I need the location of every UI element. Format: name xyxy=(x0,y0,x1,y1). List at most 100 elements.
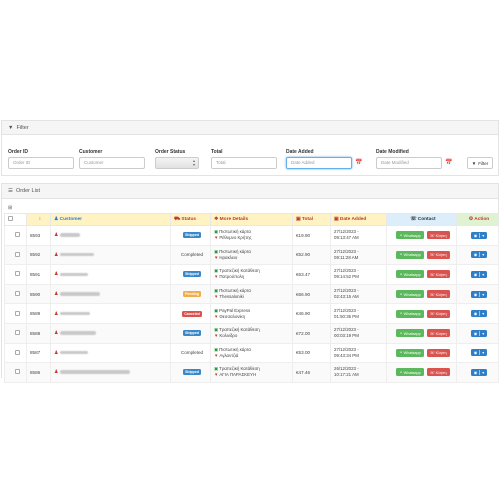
whatsapp-button[interactable]: ⚬ Whatsapp xyxy=(396,348,424,357)
view-button[interactable]: ◉ ▾ xyxy=(470,368,488,376)
total-input[interactable]: Total xyxy=(211,157,277,169)
location-pin-icon: ▼ xyxy=(214,274,219,280)
location: Ρέθυμνο Κρήτης xyxy=(219,235,252,241)
row-checkbox[interactable] xyxy=(4,244,27,266)
action-cell: ◉ ▾ xyxy=(456,283,499,305)
total-cell: €47.46 xyxy=(292,362,331,383)
phone-icon: ☏ xyxy=(429,312,435,317)
table-row[interactable]: 8591 ♟ Shipped ▣Τραπεζική Κατάθεση ▼Πατρ… xyxy=(4,264,499,285)
row-checkbox[interactable] xyxy=(4,342,27,364)
total-cell: €72.00 xyxy=(292,322,331,344)
date-cell: 27/12/2023 - 00:03:19 PM xyxy=(330,322,387,344)
order-status-select[interactable] xyxy=(155,157,199,169)
date-modified-calendar-icon[interactable]: 📅 xyxy=(445,159,452,166)
call-button[interactable]: ☏ Κλήση xyxy=(426,309,450,318)
location-pin-icon: ▼ xyxy=(214,313,219,319)
table-row[interactable]: 8592 ♟ Completed ▣Πιστωτική κάρτα ▼Ηρακλ… xyxy=(4,244,499,266)
call-button[interactable]: ☏ Κλήση xyxy=(426,348,450,357)
header-action: ⚙ Action xyxy=(456,213,499,226)
contact-cell: ⚬ Whatsapp ☏ Κλήση xyxy=(386,303,457,324)
order-id: 8588 xyxy=(26,322,51,344)
row-checkbox[interactable] xyxy=(4,362,27,383)
customer-cell[interactable]: ♟ xyxy=(50,322,171,344)
whatsapp-button[interactable]: ⚬ Whatsapp xyxy=(396,231,424,240)
call-button[interactable]: ☏ Κλήση xyxy=(426,231,450,240)
row-checkbox[interactable] xyxy=(4,322,27,344)
row-checkbox[interactable] xyxy=(4,264,27,285)
table-row[interactable]: 8590 ♟ Pending ▣Πιστωτική κάρτα ▼Thessal… xyxy=(4,283,499,305)
header-checkbox[interactable] xyxy=(4,213,27,226)
whatsapp-icon: ⚬ xyxy=(399,331,403,336)
customer-cell[interactable]: ♟ xyxy=(50,244,171,266)
customer-name-redacted xyxy=(60,252,95,257)
call-button[interactable]: ☏ Κλήση xyxy=(426,329,450,338)
customer-cell[interactable]: ♟ xyxy=(50,342,171,364)
order-id: 8586 xyxy=(26,362,51,383)
call-label: Κλήση xyxy=(435,370,447,375)
whatsapp-label: Whatsapp xyxy=(403,331,421,336)
location: Πατρούπολη xyxy=(219,274,245,280)
table-row[interactable]: 8586 ♟ Shipped ▣Τραπεζική Κατάθεση ▼ΑΓΙΑ… xyxy=(4,362,499,383)
whatsapp-button[interactable]: ⚬ Whatsapp xyxy=(396,368,424,377)
eye-icon: ◉ xyxy=(473,271,478,277)
whatsapp-button[interactable]: ⚬ Whatsapp xyxy=(396,309,424,318)
order-id: 8587 xyxy=(26,342,51,364)
select-all-icon[interactable]: ⊞ xyxy=(8,205,12,211)
date-added-calendar-icon[interactable]: 📅 xyxy=(355,159,362,166)
customer-cell[interactable]: ♟ xyxy=(50,362,171,383)
customer-input[interactable]: Customer xyxy=(79,157,145,169)
customer-cell[interactable]: ♟ xyxy=(50,283,171,305)
date-cell: 27/12/2023 - 09:11:28 AM xyxy=(330,244,387,266)
header-total[interactable]: ▣ Total xyxy=(292,213,331,226)
customer-cell[interactable]: ♟ xyxy=(50,303,171,324)
user-icon: ♟ xyxy=(54,349,59,356)
customer-cell[interactable]: ♟ xyxy=(50,264,171,285)
view-button[interactable]: ◉ ▾ xyxy=(470,349,488,357)
order-id-input[interactable]: Order ID xyxy=(8,157,74,169)
call-button[interactable]: ☏ Κλήση xyxy=(426,270,450,279)
customer-group: Customer Customer xyxy=(79,149,145,169)
table-row[interactable]: 8588 ♟ Shipped ▣Τραπεζική Κατάθεση ▼Κολι… xyxy=(4,322,499,344)
payment-icon: ▣ xyxy=(214,288,219,294)
call-button[interactable]: ☏ Κλήση xyxy=(426,290,450,299)
row-checkbox[interactable] xyxy=(4,283,27,305)
view-button[interactable]: ◉ ▾ xyxy=(470,329,488,337)
customer-name-redacted xyxy=(60,272,89,277)
whatsapp-button[interactable]: ⚬ Whatsapp xyxy=(396,250,424,259)
customer-name-redacted xyxy=(60,292,101,296)
location: Ηρακλειο xyxy=(219,254,238,260)
row-checkbox[interactable] xyxy=(4,303,27,324)
whatsapp-button[interactable]: ⚬ Whatsapp xyxy=(396,329,424,338)
whatsapp-button[interactable]: ⚬ Whatsapp xyxy=(396,290,424,299)
customer-name-redacted xyxy=(60,331,97,335)
row-checkbox[interactable] xyxy=(4,225,27,246)
view-button[interactable]: ◉ ▾ xyxy=(470,310,488,318)
table-row[interactable]: 8589 ♟ Canceled ▣PayPal Express ▼Θεσσαλο… xyxy=(4,303,499,324)
header-id[interactable]: ↕ xyxy=(26,213,51,226)
action-cell: ◉ ▾ xyxy=(456,342,499,364)
call-button[interactable]: ☏ Κλήση xyxy=(426,250,450,259)
date-added-input[interactable]: Date Added xyxy=(286,157,352,169)
whatsapp-label: Whatsapp xyxy=(403,370,421,375)
status-cell: Shipped xyxy=(170,264,211,285)
customer-cell[interactable]: ♟ xyxy=(50,225,171,246)
header-customer[interactable]: ♟ Customer xyxy=(50,213,171,226)
view-button[interactable]: ◉ ▾ xyxy=(470,290,488,298)
filter-button[interactable]: ▼ Filter xyxy=(467,157,493,169)
table-row[interactable]: 8587 ♟ Completed ▣Πιστωτική κάρτα ▼Αγλαν… xyxy=(4,342,499,364)
whatsapp-button[interactable]: ⚬ Whatsapp xyxy=(396,270,424,279)
phone-icon: ☏ xyxy=(429,292,435,297)
location: Θεσσαλονίκη xyxy=(219,313,246,319)
header-date[interactable]: ▣ Date Added xyxy=(330,213,387,226)
eye-icon: ◉ xyxy=(473,232,478,238)
view-button[interactable]: ◉ ▾ xyxy=(470,251,488,259)
details-cell: ▣Πιστωτική κάρτα ▼Ρέθυμνο Κρήτης xyxy=(210,225,293,246)
filter-title: Filter xyxy=(16,124,29,131)
header-status[interactable]: ⛟ Status xyxy=(170,213,211,226)
table-row[interactable]: 8593 ♟ Shipped ▣Πιστωτική κάρτα ▼Ρέθυμνο… xyxy=(4,225,499,246)
view-button[interactable]: ◉ ▾ xyxy=(470,270,488,278)
view-button[interactable]: ◉ ▾ xyxy=(470,231,488,239)
call-button[interactable]: ☏ Κλήση xyxy=(426,368,450,377)
date-cell: 27/12/2023 - 02:43:15 AM xyxy=(330,283,387,305)
date-modified-input[interactable]: Date Modified xyxy=(376,157,442,169)
